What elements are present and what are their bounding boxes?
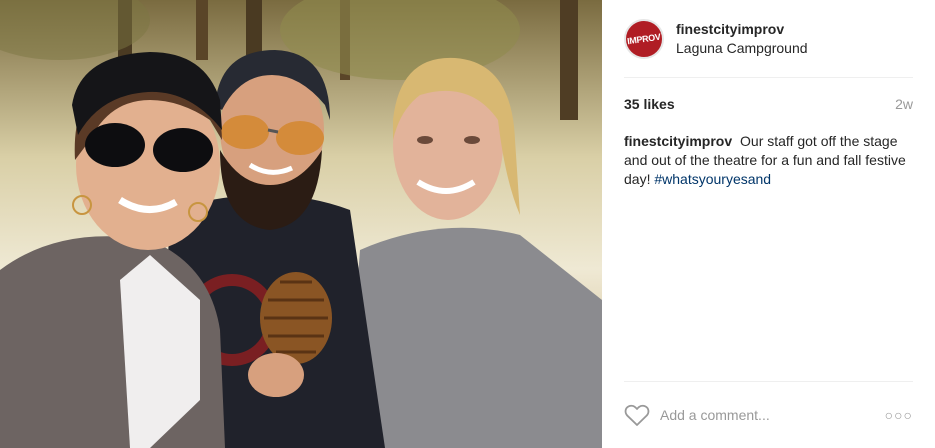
- post-age[interactable]: 2w: [895, 96, 913, 112]
- avatar-logo-text: IMPROV: [626, 31, 662, 46]
- comment-input[interactable]: [660, 407, 885, 423]
- username-link[interactable]: finestcityimprov: [676, 20, 808, 39]
- hashtag-link[interactable]: #whatsyouryesand: [654, 171, 771, 187]
- post-photo[interactable]: [0, 0, 602, 448]
- more-options-icon[interactable]: ○○○: [885, 407, 913, 423]
- post-photo-image: [0, 0, 602, 448]
- header-divider: [624, 77, 913, 78]
- location-link[interactable]: Laguna Campground: [676, 39, 808, 58]
- likes-row: 35 likes 2w: [624, 96, 913, 112]
- post-header: IMPROV finestcityimprov Laguna Campgroun…: [624, 16, 913, 61]
- caption-username-link[interactable]: finestcityimprov: [624, 133, 732, 149]
- avatar[interactable]: IMPROV: [624, 18, 664, 59]
- post-caption: finestcityimprov Our staff got off the s…: [624, 132, 913, 189]
- post-sidebar: IMPROV finestcityimprov Laguna Campgroun…: [602, 0, 935, 448]
- heart-icon[interactable]: [624, 403, 650, 427]
- header-text: finestcityimprov Laguna Campground: [676, 20, 808, 58]
- comment-row: ○○○: [624, 400, 913, 430]
- comment-divider: [624, 381, 913, 382]
- likes-count[interactable]: 35 likes: [624, 96, 675, 112]
